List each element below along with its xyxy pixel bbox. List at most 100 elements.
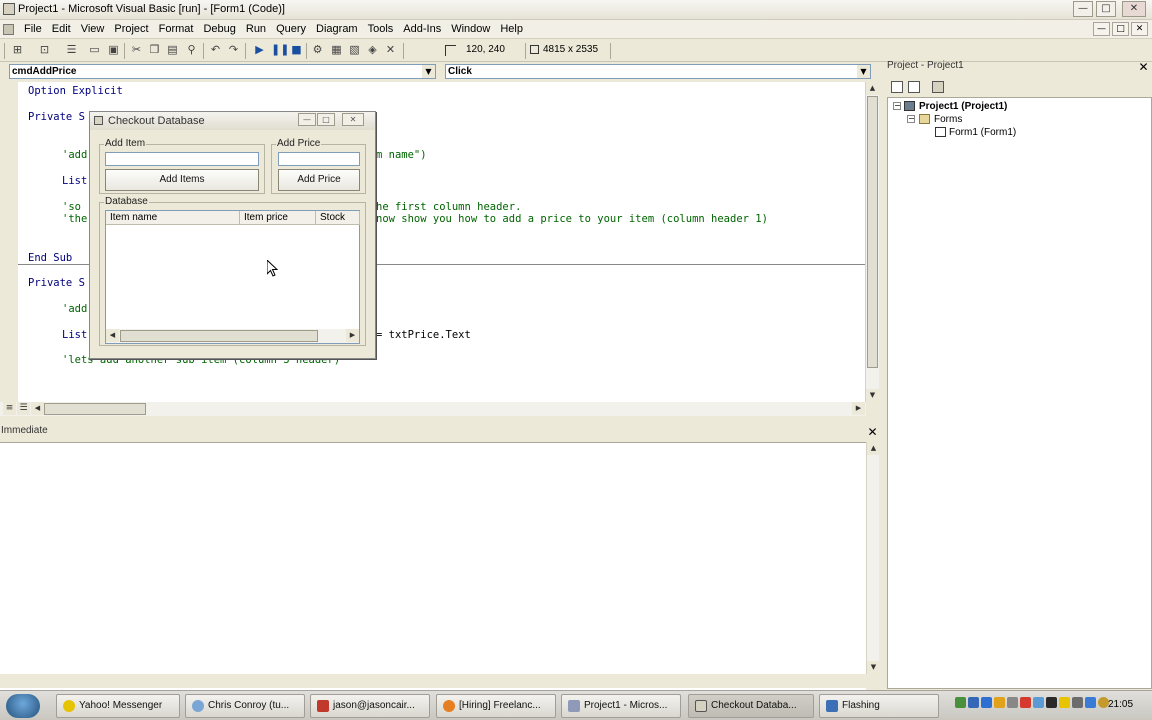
collapse-icon[interactable]: − [907, 115, 915, 123]
menu-window[interactable]: Window [446, 23, 495, 35]
mdi-restore-button[interactable]: □ [1112, 22, 1129, 36]
scroll-down-icon[interactable]: ▼ [867, 661, 880, 674]
tray-icon[interactable] [968, 697, 979, 708]
menu-file[interactable]: File [19, 23, 47, 35]
scroll-thumb[interactable] [120, 330, 318, 342]
form-minimize-button[interactable]: — [298, 113, 316, 126]
taskbar-project1[interactable]: Project1 - Micros... [561, 694, 681, 718]
taskbar-email[interactable]: jason@jasoncair... [310, 694, 430, 718]
view-code-icon[interactable] [891, 81, 903, 93]
menu-tools[interactable]: Tools [363, 23, 399, 35]
maximize-button[interactable]: □ [1096, 1, 1116, 17]
close-button[interactable]: ✕ [1122, 1, 1146, 17]
immediate-vertical-scrollbar[interactable]: ▲ ▼ [866, 442, 880, 674]
project-tree[interactable]: − Project1 (Project1) − Forms Form1 (For… [887, 97, 1152, 689]
add-items-button[interactable]: Add Items [105, 169, 259, 191]
network-icon[interactable] [1085, 697, 1096, 708]
project-explorer-icon[interactable]: ⚙ [310, 43, 325, 57]
toggle-folders-icon[interactable] [932, 81, 944, 93]
immediate-window[interactable] [0, 442, 866, 690]
listview-horizontal-scrollbar[interactable]: ◀ ▶ [106, 329, 359, 343]
procedure-view-icon[interactable]: ≡ [3, 402, 16, 415]
start-icon[interactable]: ▶ [252, 43, 267, 57]
scroll-left-icon[interactable]: ◀ [106, 329, 119, 342]
menu-add-ins[interactable]: Add-Ins [398, 23, 446, 35]
find-icon[interactable]: ⚲ [184, 43, 199, 57]
form-maximize-button[interactable]: □ [317, 113, 335, 126]
menu-format[interactable]: Format [154, 23, 199, 35]
scroll-up-icon[interactable]: ▲ [866, 82, 879, 95]
start-button[interactable] [6, 694, 40, 718]
code-horizontal-scrollbar[interactable]: ≡ ☰ ◀ ▶ [0, 402, 866, 416]
copy-icon[interactable]: ❐ [147, 43, 162, 57]
form-layout-icon[interactable]: ▧ [347, 43, 362, 57]
tree-item-project[interactable]: Project1 (Project1) [919, 101, 1007, 112]
mdi-minimize-button[interactable]: — [1093, 22, 1110, 36]
break-icon[interactable]: ❚❚ [271, 43, 289, 57]
code-vertical-scrollbar[interactable]: ▲ ▼ [865, 82, 879, 402]
menu-run[interactable]: Run [241, 23, 271, 35]
item-name-input[interactable] [105, 152, 259, 166]
collapse-icon[interactable]: − [893, 102, 901, 110]
procedure-dropdown[interactable]: Click ▼ [445, 64, 871, 79]
menu-view[interactable]: View [76, 23, 110, 35]
open-project-icon[interactable]: ▭ [87, 43, 102, 57]
paste-icon[interactable]: ▤ [165, 43, 180, 57]
full-module-view-icon[interactable]: ☰ [17, 402, 30, 415]
taskbar-yahoo-messenger[interactable]: Yahoo! Messenger [56, 694, 180, 718]
view-object-icon[interactable] [908, 81, 920, 93]
tray-icon[interactable] [1007, 697, 1018, 708]
scroll-up-icon[interactable]: ▲ [867, 442, 880, 455]
chevron-down-icon[interactable]: ▼ [422, 65, 435, 78]
cut-icon[interactable]: ✂ [129, 43, 144, 57]
add-project-icon[interactable]: ⊞ [10, 43, 25, 57]
database-listview[interactable]: Item name Item price Stock ◀ ▶ [105, 210, 360, 344]
undo-icon[interactable]: ↶ [208, 43, 223, 57]
menu-query[interactable]: Query [271, 23, 311, 35]
code-window-icon[interactable] [3, 24, 14, 35]
chevron-down-icon[interactable]: ▼ [857, 65, 870, 78]
form-title-bar[interactable]: Checkout Database — □ ✕ [90, 112, 375, 130]
scroll-right-icon[interactable]: ▶ [852, 402, 865, 415]
column-header-item-name[interactable]: Item name [106, 211, 240, 225]
taskbar-clock[interactable]: 21:05 [1108, 699, 1133, 710]
minimize-button[interactable]: — [1073, 1, 1093, 17]
toolbox-icon[interactable]: ✕ [383, 43, 398, 57]
close-icon[interactable]: ✕ [867, 426, 878, 438]
scroll-thumb[interactable] [44, 403, 146, 415]
tree-item-form1[interactable]: Form1 (Form1) [949, 127, 1016, 138]
end-icon[interactable]: ■ [289, 43, 304, 57]
menu-help[interactable]: Help [495, 23, 528, 35]
scroll-right-icon[interactable]: ▶ [346, 329, 359, 342]
object-dropdown[interactable]: cmdAddPrice ▼ [9, 64, 436, 79]
taskbar-checkout-database[interactable]: Checkout Databa... [688, 694, 814, 718]
taskbar-hiring-freelance[interactable]: [Hiring] Freelanc... [436, 694, 556, 718]
scroll-thumb[interactable] [867, 96, 878, 368]
tray-icon[interactable] [1033, 697, 1044, 708]
menu-project[interactable]: Project [109, 23, 153, 35]
tray-icon[interactable] [1059, 697, 1070, 708]
menu-edit[interactable]: Edit [47, 23, 76, 35]
menu-editor-icon[interactable]: ☰ [64, 43, 79, 57]
scroll-down-icon[interactable]: ▼ [866, 389, 879, 402]
column-header-item-price[interactable]: Item price [240, 211, 316, 225]
tray-icon[interactable] [994, 697, 1005, 708]
column-header-stock[interactable]: Stock [316, 211, 360, 225]
object-browser-icon[interactable]: ◈ [365, 43, 380, 57]
form-close-button[interactable]: ✕ [342, 113, 364, 126]
menu-debug[interactable]: Debug [198, 23, 240, 35]
tray-icon[interactable] [1020, 697, 1031, 708]
price-input[interactable] [278, 152, 360, 166]
save-project-icon[interactable]: ▣ [106, 43, 121, 57]
tray-icon[interactable] [981, 697, 992, 708]
taskbar-chris-conroy[interactable]: Chris Conroy (tu... [185, 694, 305, 718]
properties-window-icon[interactable]: ▦ [329, 43, 344, 57]
checkout-database-form[interactable]: Checkout Database — □ ✕ Add Item Add Ite… [89, 111, 376, 359]
tray-icon[interactable] [955, 697, 966, 708]
scroll-left-icon[interactable]: ◀ [31, 402, 44, 415]
tree-item-forms[interactable]: Forms [934, 114, 962, 125]
volume-icon[interactable] [1072, 697, 1083, 708]
menu-diagram[interactable]: Diagram [311, 23, 363, 35]
add-price-button[interactable]: Add Price [278, 169, 360, 191]
redo-icon[interactable]: ↷ [226, 43, 241, 57]
